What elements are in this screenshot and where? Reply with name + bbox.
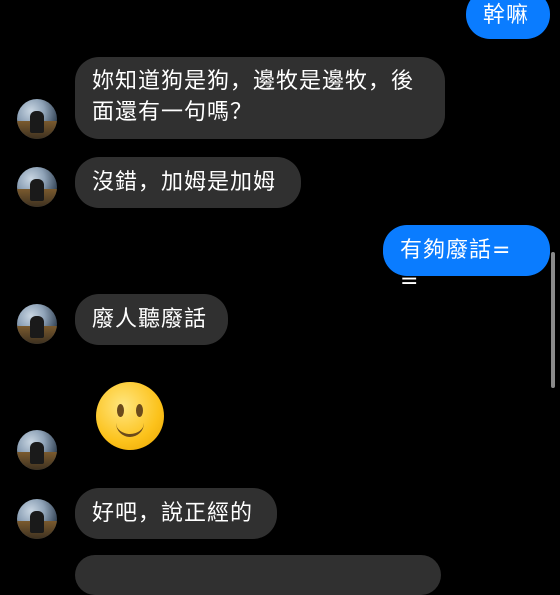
scrollbar[interactable] (551, 252, 555, 388)
message-bubble-incoming[interactable]: 沒錯，加姆是加姆 (75, 157, 301, 208)
message-text: 幹嘛 (483, 3, 530, 28)
slightly-smiling-face-icon[interactable] (96, 382, 164, 450)
message-bubble-incoming-partial[interactable] (75, 555, 441, 595)
message-bubble-incoming[interactable]: 好吧，說正經的 (75, 488, 277, 539)
message-text: 有夠廢話= = (400, 238, 512, 294)
avatar[interactable] (17, 499, 57, 539)
avatar[interactable] (17, 304, 57, 344)
message-bubble-incoming[interactable]: 廢人聽廢話 (75, 294, 228, 345)
message-text: 沒錯，加姆是加姆 (92, 170, 277, 195)
emoji-mouth (116, 420, 144, 437)
avatar-figure (30, 111, 44, 133)
message-bubble-outgoing[interactable]: 幹嘛 (466, 0, 550, 39)
chat-thread[interactable]: 幹嘛 妳知道狗是狗，邊牧是邊牧，後 面還有一句嗎？ 沒錯，加姆是加姆 有夠廢話=… (0, 0, 560, 595)
emoji-eye-right (136, 404, 143, 417)
message-bubble-incoming[interactable]: 妳知道狗是狗，邊牧是邊牧，後 面還有一句嗎？ (75, 57, 445, 139)
message-text: 廢人聽廢話 (92, 307, 208, 332)
avatar[interactable] (17, 167, 57, 207)
message-text-line: 妳知道狗是狗，邊牧是邊牧，後 (92, 69, 415, 94)
avatar-figure (30, 511, 44, 533)
emoji-eye-left (117, 404, 124, 417)
message-bubble-outgoing[interactable]: 有夠廢話= = (383, 225, 550, 294)
avatar[interactable] (17, 99, 57, 139)
message-text-line: 面還有一句嗎？ (92, 100, 254, 125)
avatar-figure (30, 442, 44, 464)
avatar-figure (30, 179, 44, 201)
message-text: 好吧，說正經的 (92, 501, 254, 526)
avatar[interactable] (17, 430, 57, 470)
avatar-figure (30, 316, 44, 338)
